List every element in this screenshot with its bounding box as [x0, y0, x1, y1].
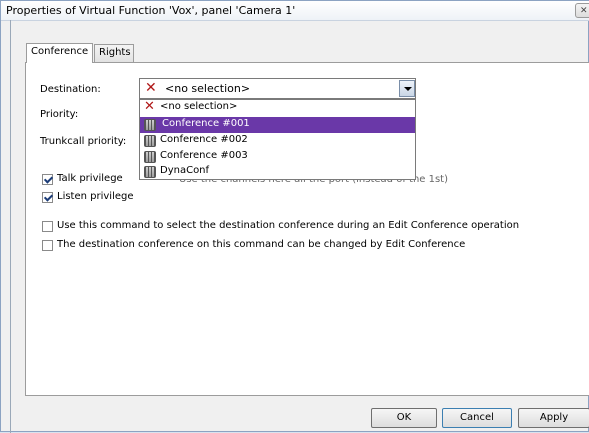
conference-icon — [144, 119, 156, 131]
dropdown-option[interactable]: Conference #003 — [140, 149, 415, 165]
destination-dropdown-list[interactable]: ✕ <no selection> Conference #001 Confere… — [139, 99, 416, 180]
apply-button[interactable]: Apply — [518, 408, 589, 428]
priority-label: Priority: — [40, 109, 79, 120]
ok-button[interactable]: OK — [371, 408, 437, 428]
conference-icon — [144, 151, 156, 163]
destination-value: <no selection> — [165, 82, 251, 95]
properties-window: Properties of Virtual Function 'Vox', pa… — [0, 0, 589, 433]
tab-conference[interactable]: Conference — [26, 43, 93, 63]
close-button[interactable]: ✕ — [575, 3, 589, 18]
dropdown-option-label: Conference #003 — [160, 150, 248, 161]
dropdown-option-label: Conference #001 — [162, 118, 250, 129]
cancel-button[interactable]: Cancel — [442, 408, 512, 428]
title-bar: Properties of Virtual Function 'Vox', pa… — [1, 1, 589, 21]
tab-rights[interactable]: Rights — [94, 44, 134, 62]
x-icon: ✕ — [144, 99, 155, 114]
conference-icon — [144, 135, 156, 147]
chevron-down-icon[interactable] — [399, 80, 415, 97]
conference-icon — [144, 166, 156, 178]
close-icon: ✕ — [580, 6, 588, 16]
listen-privilege-checkbox[interactable] — [42, 192, 53, 203]
talk-privilege-label: Talk privilege — [57, 173, 123, 184]
dropdown-option-label: Conference #002 — [160, 134, 248, 145]
dropdown-option-label: <no selection> — [160, 101, 238, 112]
select-destination-label: Use this command to select the destinati… — [57, 220, 520, 231]
frame-divider — [10, 20, 11, 433]
dropdown-option-label: DynaConf — [160, 165, 210, 176]
dropdown-option-selected[interactable]: Conference #001 — [140, 117, 415, 133]
x-icon: ✕ — [145, 80, 157, 96]
dropdown-option[interactable]: DynaConf — [140, 164, 415, 180]
trunkcall-priority-label: Trunkcall priority: — [40, 136, 127, 147]
talk-privilege-checkbox[interactable] — [42, 174, 53, 185]
dropdown-option[interactable]: ✕ <no selection> — [140, 100, 415, 116]
dropdown-option[interactable]: Conference #002 — [140, 133, 415, 149]
destination-select[interactable]: ✕ <no selection> — [139, 78, 416, 99]
changeable-destination-label: The destination conference on this comma… — [57, 239, 466, 250]
listen-privilege-label: Listen privilege — [57, 191, 134, 202]
changeable-destination-checkbox[interactable] — [42, 240, 53, 251]
window-title: Properties of Virtual Function 'Vox', pa… — [6, 4, 296, 17]
select-destination-checkbox[interactable] — [42, 221, 53, 232]
destination-label: Destination: — [40, 84, 101, 95]
